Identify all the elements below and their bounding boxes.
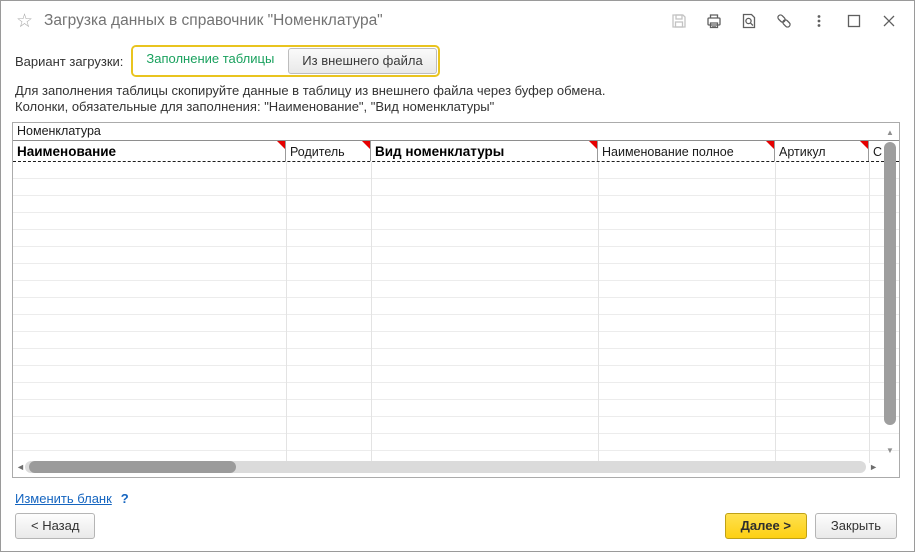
nomenclature-grid: Номенклатура Наименование Родитель Вид ном… <box>12 122 900 478</box>
grid-column-line <box>598 162 599 463</box>
more-menu-icon[interactable] <box>808 10 830 32</box>
option-fill-table[interactable]: Заполнение таблицы <box>133 47 287 75</box>
window-title: Загрузка данных в справочник "Номенклату… <box>44 12 383 30</box>
back-button[interactable]: < Назад <box>15 513 95 539</box>
scroll-right-icon[interactable]: ► <box>869 462 878 472</box>
table-row[interactable] <box>13 281 899 298</box>
link-icon[interactable] <box>773 10 795 32</box>
right-buttons: Далее > Закрыть <box>725 513 897 539</box>
column-header-2[interactable]: Родитель <box>286 141 371 161</box>
scroll-left-icon[interactable]: ◄ <box>16 462 25 472</box>
table-row[interactable] <box>13 213 899 230</box>
table-row[interactable] <box>13 315 899 332</box>
close-button[interactable]: Закрыть <box>815 513 897 539</box>
next-button[interactable]: Далее > <box>725 513 807 539</box>
corner-marker-icon <box>766 141 774 149</box>
column-header-1[interactable]: Наименование <box>13 141 286 161</box>
variant-label: Вариант загрузки: <box>15 54 123 69</box>
titlebar: ☆ Загрузка данных в справочник "Номенкла… <box>1 1 914 41</box>
table-row[interactable] <box>13 349 899 366</box>
column-header-5[interactable]: Артикул <box>775 141 869 161</box>
column-header-label: Родитель <box>290 145 345 159</box>
table-row[interactable] <box>13 417 899 434</box>
corner-marker-icon <box>589 141 597 149</box>
table-row[interactable] <box>13 332 899 349</box>
instruction-line-1: Для заполнения таблицы скопируйте данные… <box>15 83 606 99</box>
table-row[interactable] <box>13 230 899 247</box>
corner-marker-icon <box>860 141 868 149</box>
corner-marker-icon <box>362 141 370 149</box>
column-header-label: Артикул <box>779 145 826 159</box>
footer-link-row: Изменить бланк ? <box>15 491 129 506</box>
table-row[interactable] <box>13 400 899 417</box>
instruction-line-2: Колонки, обязательные для заполнения: "Н… <box>15 99 606 115</box>
table-row[interactable] <box>13 366 899 383</box>
variant-row: Вариант загрузки: Заполнение таблицы Из … <box>15 45 440 77</box>
horizontal-scrollbar[interactable]: ◄ ► <box>13 459 899 477</box>
vertical-scrollbar[interactable]: ▲ ▼ <box>883 128 897 455</box>
corner-marker-icon <box>277 141 285 149</box>
grid-body[interactable] <box>13 162 899 463</box>
instructions: Для заполнения таблицы скопируйте данные… <box>15 83 606 115</box>
print-preview-icon[interactable] <box>738 10 760 32</box>
titlebar-icons <box>668 10 900 32</box>
option-external-file[interactable]: Из внешнего файла <box>288 48 436 74</box>
maximize-icon[interactable] <box>843 10 865 32</box>
save-icon[interactable] <box>668 10 690 32</box>
dialog-window: ☆ Загрузка данных в справочник "Номенкла… <box>0 0 915 552</box>
table-row[interactable] <box>13 247 899 264</box>
table-row[interactable] <box>13 434 899 451</box>
vertical-scroll-thumb[interactable] <box>884 142 896 425</box>
column-header-3[interactable]: Вид номенклатуры <box>371 141 598 161</box>
favorite-star-icon[interactable]: ☆ <box>16 12 33 31</box>
grid-column-line <box>869 162 870 463</box>
grid-group-header: Номенклатура <box>13 123 899 141</box>
print-icon[interactable] <box>703 10 725 32</box>
footer-buttons: < Назад Далее > Закрыть <box>15 513 897 540</box>
column-header-label: С <box>873 145 882 159</box>
table-row[interactable] <box>13 179 899 196</box>
column-header-label: Наименование полное <box>602 145 734 159</box>
grid-column-line <box>286 162 287 463</box>
horizontal-scroll-thumb[interactable] <box>29 461 236 473</box>
table-row[interactable] <box>13 298 899 315</box>
table-row[interactable] <box>13 383 899 400</box>
column-header-label: Вид номенклатуры <box>375 144 504 159</box>
table-row[interactable] <box>13 162 899 179</box>
table-row[interactable] <box>13 196 899 213</box>
scroll-down-icon[interactable]: ▼ <box>883 446 897 455</box>
horizontal-scroll-track[interactable] <box>25 461 866 473</box>
grid-column-line <box>775 162 776 463</box>
edit-blank-link[interactable]: Изменить бланк <box>15 491 112 506</box>
help-icon[interactable]: ? <box>121 491 129 506</box>
column-header-4[interactable]: Наименование полное <box>598 141 775 161</box>
column-header-row: Наименование Родитель Вид номенклатуры Наим… <box>13 141 899 162</box>
scroll-up-icon[interactable]: ▲ <box>883 128 897 137</box>
grid-column-line <box>371 162 372 463</box>
load-variant-switcher: Заполнение таблицы Из внешнего файла <box>131 45 439 77</box>
close-icon[interactable] <box>878 10 900 32</box>
table-row[interactable] <box>13 264 899 281</box>
column-header-label: Наименование <box>17 144 116 159</box>
